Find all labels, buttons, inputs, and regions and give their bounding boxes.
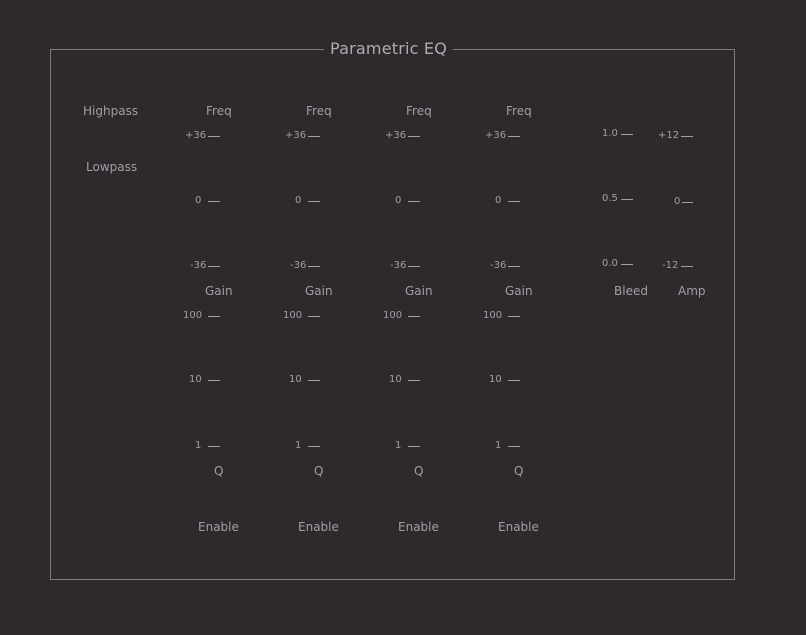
gain-scale-mid: 0 [195,195,202,206]
gain-tick-mark [408,266,420,267]
gain-tick-mark [508,136,520,137]
q-label: Q [214,464,224,478]
q-scale-mid: 10 [389,374,402,385]
q-scale-top: 100 [183,310,203,321]
amp-tick-mark-bottom [681,266,693,267]
gain-scale-top: +36 [185,130,207,141]
band-1-enable-button[interactable]: Enable [198,520,239,534]
band-4-freq-knob[interactable]: Freq [506,104,532,118]
q-scale-mid: 10 [289,374,302,385]
lowpass-button[interactable]: Lowpass [86,160,137,174]
gain-tick-mark [308,136,320,137]
gain-label: Gain [405,284,433,298]
gain-tick-mark [408,136,420,137]
q-tick-mark [308,316,320,317]
q-scale-bottom: 1 [495,440,502,451]
q-tick-mark [208,316,220,317]
gain-scale-top: +36 [385,130,407,141]
bleed-tick-mark-bottom [621,264,633,265]
panel-title: Parametric EQ [324,39,454,58]
gain-scale-bottom: -36 [390,260,407,271]
gain-tick-mark [408,201,420,202]
q-label: Q [314,464,324,478]
q-tick-mark [208,380,220,381]
gain-scale-top: +36 [485,130,507,141]
gain-scale-mid: 0 [495,195,502,206]
q-scale-mid: 10 [189,374,202,385]
gain-scale-bottom: -36 [190,260,207,271]
q-label: Q [414,464,424,478]
q-tick-mark [408,380,420,381]
q-tick-mark [408,446,420,447]
gain-tick-mark [508,201,520,202]
q-tick-mark [508,316,520,317]
q-scale-top: 100 [483,310,503,321]
amp-tick-mark-top [681,136,693,137]
amp-scale-bottom: -12 [662,260,679,271]
bleed-scale-top: 1.0 [602,128,618,139]
gain-scale-top: +36 [285,130,307,141]
highpass-button[interactable]: Highpass [83,104,138,118]
q-tick-mark [508,446,520,447]
q-tick-mark [408,316,420,317]
q-scale-bottom: 1 [395,440,402,451]
bleed-tick-mark-mid [621,199,633,200]
bleed-scale-bottom: 0.0 [602,258,618,269]
gain-tick-mark [208,201,220,202]
gain-label: Gain [505,284,533,298]
gain-tick-mark [308,266,320,267]
gain-scale-bottom: -36 [290,260,307,271]
amp-scale-top: +12 [658,130,680,141]
q-scale-top: 100 [283,310,303,321]
q-scale-bottom: 1 [195,440,202,451]
bleed-scale-mid: 0.5 [602,193,618,204]
q-scale-top: 100 [383,310,403,321]
band-3-enable-button[interactable]: Enable [398,520,439,534]
gain-scale-mid: 0 [395,195,402,206]
amp-tick-mark-mid [682,202,693,203]
amp-label: Amp [678,284,706,298]
q-scale-mid: 10 [489,374,502,385]
gain-tick-mark [208,266,220,267]
band-3-freq-knob[interactable]: Freq [406,104,432,118]
band-2-enable-button[interactable]: Enable [298,520,339,534]
bleed-label: Bleed [614,284,648,298]
q-tick-mark [308,380,320,381]
q-label: Q [514,464,524,478]
band-4-enable-button[interactable]: Enable [498,520,539,534]
q-scale-bottom: 1 [295,440,302,451]
gain-scale-bottom: -36 [490,260,507,271]
band-1-freq-knob[interactable]: Freq [206,104,232,118]
gain-tick-mark [208,136,220,137]
gain-scale-mid: 0 [295,195,302,206]
bleed-tick-mark-top [621,134,633,135]
q-tick-mark [508,380,520,381]
gain-label: Gain [205,284,233,298]
band-2-freq-knob[interactable]: Freq [306,104,332,118]
q-tick-mark [308,446,320,447]
q-tick-mark [208,446,220,447]
amp-scale-mid: 0 [674,196,681,207]
gain-label: Gain [305,284,333,298]
gain-tick-mark [508,266,520,267]
gain-tick-mark [308,201,320,202]
